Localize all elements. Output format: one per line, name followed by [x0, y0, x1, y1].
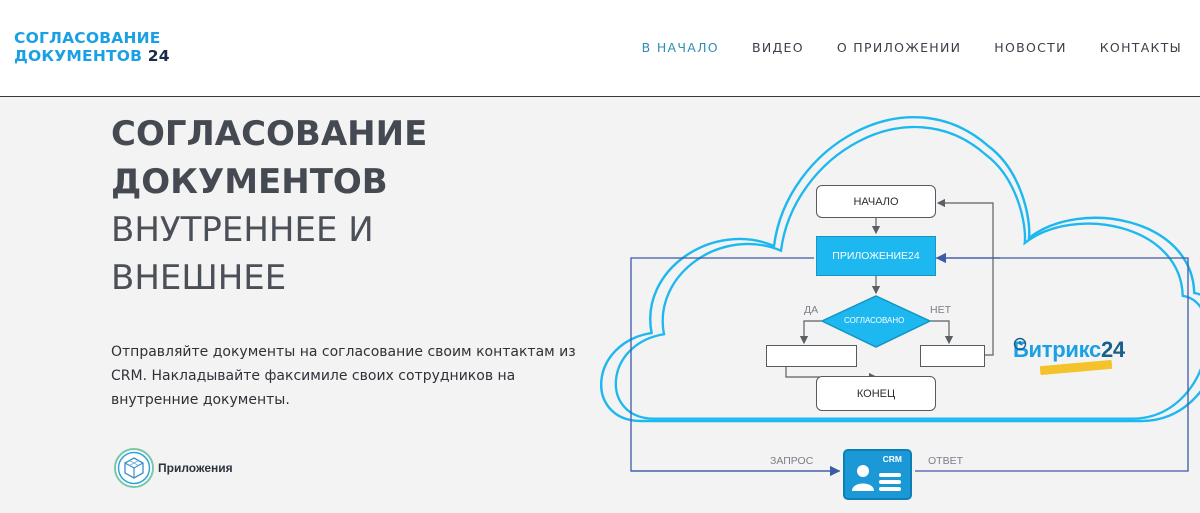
logo-line2-text: ДОКУМЕНТОВ: [14, 47, 143, 65]
flow-start: НАЧАЛО: [816, 185, 936, 218]
flow-app-label: ПРИЛОЖЕНИЕ24: [832, 250, 920, 262]
flow-no-label: НЕТ: [930, 304, 951, 316]
flow-decision-label: СОГЛАСОВАНО: [844, 316, 905, 325]
crm-contact-glyph: [852, 465, 901, 491]
logo-num: 24: [147, 47, 170, 65]
apps-badge-label: Приложения: [158, 461, 233, 475]
hero-title-line2: ДОКУМЕНТОВ: [111, 162, 388, 202]
apps-cube-icon: [114, 448, 154, 488]
flow-yes-label: ДА: [804, 304, 819, 316]
flow-end-label: КОНЕЦ: [856, 387, 896, 400]
hero-title-line1: СОГЛАСОВАНИЕ: [111, 114, 428, 154]
flow-app: ПРИЛОЖЕНИЕ24: [816, 236, 936, 276]
nav-news[interactable]: НОВОСТИ: [994, 40, 1066, 55]
workflow-diagram: НАЧАЛО ПРИЛОЖЕНИЕ24 СОГЛАСОВАНО ДА НЕТ К…: [600, 97, 1200, 513]
logo-line1: СОГЛАСОВАНИЕ: [14, 29, 161, 47]
bitrix-num: 24: [1100, 337, 1125, 362]
logo-line2: ДОКУМЕНТОВ 24: [14, 47, 170, 65]
hero-description: Отправляйте документы на согласование св…: [111, 344, 576, 408]
nav-contacts[interactable]: КОНТАКТЫ: [1100, 40, 1182, 55]
request-label: ЗАПРОС: [770, 455, 814, 467]
site-header: СОГЛАСОВАНИЕ ДОКУМЕНТОВ 24 В НАЧАЛО ВИДЕ…: [0, 0, 1200, 97]
flow-no-box: [920, 345, 985, 367]
main-nav: В НАЧАЛО ВИДЕО О ПРИЛОЖЕНИИ НОВОСТИ КОНТ…: [642, 40, 1182, 55]
apps-badge[interactable]: Приложения: [113, 447, 233, 489]
clock-icon: [1013, 337, 1027, 351]
hero-title-line4: ВНЕШНЕЕ: [111, 258, 287, 298]
nav-about[interactable]: О ПРИЛОЖЕНИИ: [837, 40, 961, 55]
hero-title-line3: ВНУТРЕННЕЕ И: [111, 210, 374, 250]
nav-home[interactable]: В НАЧАЛО: [642, 40, 719, 55]
crm-card-icon: CRM: [843, 449, 912, 500]
response-label: ОТВЕТ: [928, 455, 964, 467]
flow-yes-box: [766, 345, 857, 367]
hero-title: СОГЛАСОВАНИЕ ДОКУМЕНТОВ ВНУТРЕННЕЕ И ВНЕ…: [111, 110, 427, 302]
flow-start-label: НАЧАЛО: [853, 195, 899, 208]
nav-video[interactable]: ВИДЕО: [752, 40, 804, 55]
site-logo[interactable]: СОГЛАСОВАНИЕ ДОКУМЕНТОВ 24: [14, 29, 170, 65]
flow-end: КОНЕЦ: [816, 376, 936, 411]
